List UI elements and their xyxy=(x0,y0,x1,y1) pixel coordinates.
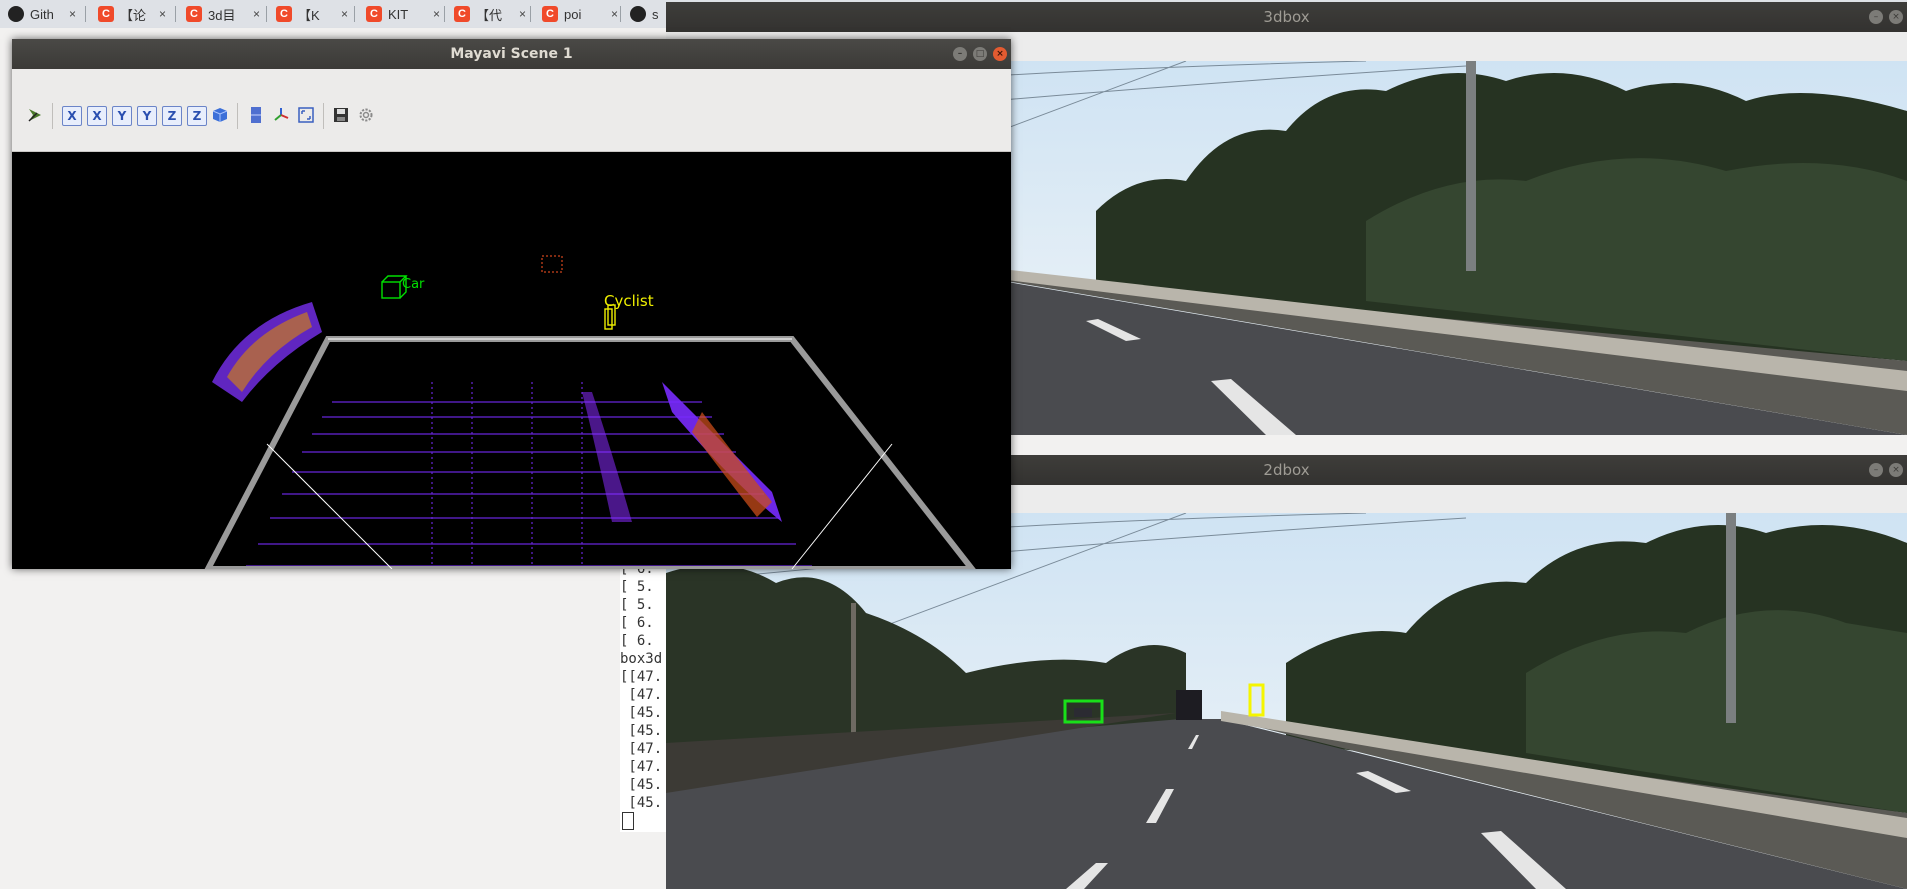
terminal-line: [ 6. xyxy=(620,615,654,631)
minimize-icon[interactable]: – xyxy=(1869,463,1883,477)
view-z-pos-button[interactable]: Z xyxy=(162,106,182,126)
browser-tab[interactable]: Gith × xyxy=(8,2,76,26)
csdn-icon: C xyxy=(366,6,382,22)
close-icon[interactable]: × xyxy=(519,7,526,21)
view-x-pos-button[interactable]: X xyxy=(62,106,82,126)
browser-tab[interactable]: s xyxy=(630,2,670,26)
terminal-line: [ 5. xyxy=(620,597,654,613)
browser-tab[interactable]: C 【代 × xyxy=(454,2,526,26)
browser-tab[interactable]: C KIT × xyxy=(366,2,440,26)
maximize-icon[interactable]: □ xyxy=(973,47,987,61)
terminal-line: [47. xyxy=(620,759,663,775)
csdn-icon: C xyxy=(276,6,292,22)
close-icon[interactable]: × xyxy=(1889,463,1903,477)
cyclist-label: Cyclist xyxy=(604,292,654,310)
terminal-line: [47. xyxy=(620,687,663,703)
save-icon[interactable] xyxy=(332,106,350,124)
mayavi-3d-viewport[interactable]: Car Cyclist xyxy=(12,152,1011,569)
mayavi-window[interactable]: Mayavi Scene 1 – □ × X X Y Y Z Z Car Cyc… xyxy=(12,39,1011,569)
terminal-line: [45. xyxy=(620,723,663,739)
close-icon[interactable]: × xyxy=(341,7,348,21)
terminal-line: box3d xyxy=(620,651,663,667)
tab-title: s xyxy=(652,6,659,22)
image-2dbox xyxy=(666,513,1907,889)
close-icon[interactable]: × xyxy=(433,7,440,21)
view-y-neg-button[interactable]: Y xyxy=(137,106,157,126)
github-icon xyxy=(630,6,646,22)
tab-title: poi xyxy=(564,6,582,22)
window-title: 2dbox xyxy=(1263,461,1310,479)
minimize-icon[interactable]: – xyxy=(953,47,967,61)
lidar-point-cloud: Car Cyclist xyxy=(204,255,976,569)
terminal-line: [45. xyxy=(620,795,663,811)
window-titlebar[interactable]: 3dbox – × xyxy=(666,2,1907,32)
fullscreen-icon[interactable] xyxy=(297,106,315,124)
isometric-view-icon[interactable] xyxy=(211,106,229,124)
mayavi-toolbar: X X Y Y Z Z xyxy=(12,69,1011,152)
browser-tab[interactable]: C poi × xyxy=(542,2,618,26)
github-icon xyxy=(8,6,24,22)
gear-icon[interactable] xyxy=(357,106,375,124)
close-icon[interactable]: × xyxy=(1889,10,1903,24)
terminal-line: [47. xyxy=(620,741,663,757)
terminal-line: [45. xyxy=(620,777,663,793)
csdn-icon: C xyxy=(542,6,558,22)
view-y-pos-button[interactable]: Y xyxy=(112,106,132,126)
terminal-window[interactable]: [ 6. [ 5. [ 5. [ 6. [ 6. box3d [[47. [47… xyxy=(620,560,670,832)
browser-tab[interactable]: C 【论 × xyxy=(98,2,166,26)
window-title: 3dbox xyxy=(1263,8,1310,26)
close-icon[interactable]: × xyxy=(159,7,166,21)
view-z-neg-button[interactable]: Z xyxy=(187,106,207,126)
close-icon[interactable]: × xyxy=(993,47,1007,61)
road-scene-2dbox xyxy=(666,513,1907,889)
tab-title: 【K xyxy=(298,7,320,23)
csdn-icon: C xyxy=(454,6,470,22)
window-title: Mayavi Scene 1 xyxy=(450,46,573,62)
window-titlebar[interactable]: Mayavi Scene 1 – □ × xyxy=(12,39,1011,69)
close-icon[interactable]: × xyxy=(611,7,618,21)
csdn-icon: C xyxy=(186,6,202,22)
terminal-line: [45. xyxy=(620,705,663,721)
close-icon[interactable]: × xyxy=(253,7,260,21)
view-x-neg-button[interactable]: X xyxy=(87,106,107,126)
terminal-line: [ 6. xyxy=(620,633,654,649)
tab-title: KIT xyxy=(388,6,409,22)
terminal-line: [ 5. xyxy=(620,579,654,595)
csdn-icon: C xyxy=(98,6,114,22)
browser-tab[interactable]: C 【K × xyxy=(276,2,348,26)
tab-title: 3d目 xyxy=(208,7,236,23)
axes-indicator-icon[interactable] xyxy=(272,106,290,124)
tab-title: 【论 xyxy=(120,7,147,23)
terminal-line: [[47. xyxy=(620,669,663,685)
tab-title: Gith xyxy=(30,6,54,22)
pipeline-icon[interactable] xyxy=(26,106,44,124)
close-icon[interactable]: × xyxy=(69,7,76,21)
browser-tab[interactable]: C 3d目 × xyxy=(186,2,260,26)
terminal-cursor xyxy=(622,812,634,830)
car-label: Car xyxy=(402,277,425,292)
tab-title: 【代 xyxy=(476,7,503,23)
terminal-output: [ 6. [ 5. [ 5. [ 6. [ 6. box3d [[47. [47… xyxy=(620,560,670,830)
parallel-projection-icon[interactable] xyxy=(247,106,265,124)
minimize-icon[interactable]: – xyxy=(1869,10,1883,24)
